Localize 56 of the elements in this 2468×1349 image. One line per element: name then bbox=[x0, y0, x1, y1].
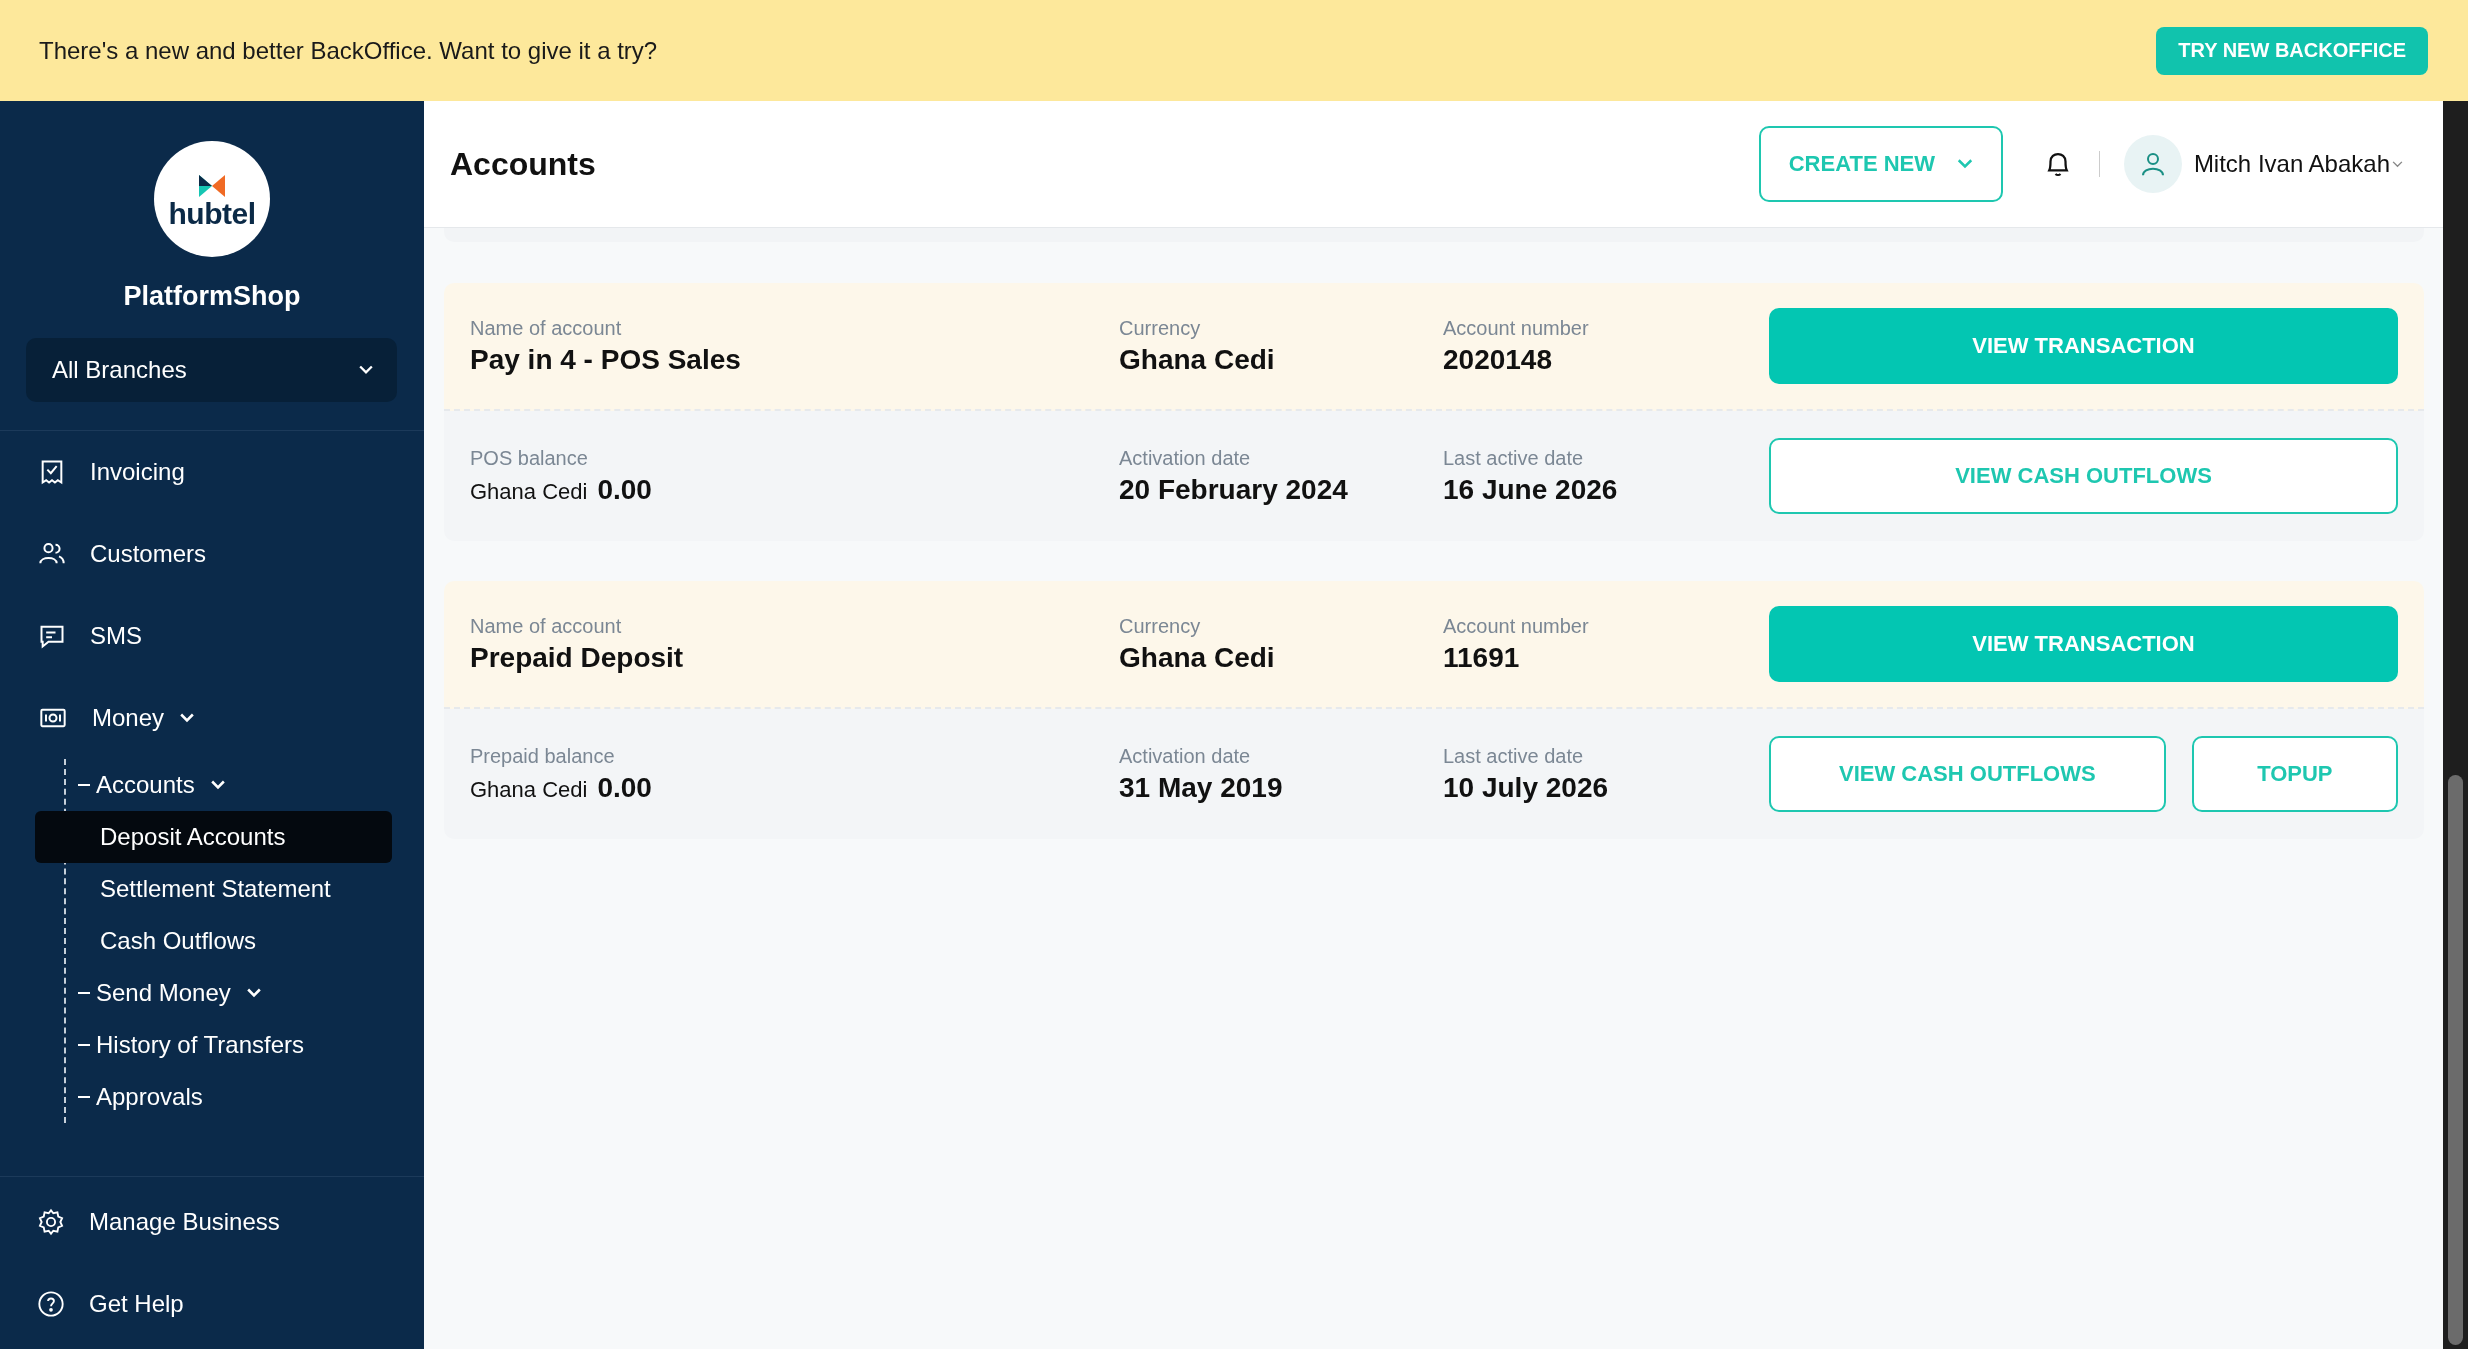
shop-name: PlatformShop bbox=[122, 281, 302, 312]
page-title: Accounts bbox=[450, 145, 597, 183]
branch-dropdown[interactable]: All Branches bbox=[26, 338, 397, 402]
logo-wordmark: hubtel bbox=[168, 199, 256, 229]
field-label: Currency bbox=[1119, 614, 1202, 638]
nav-subitem[interactable]: Accounts bbox=[66, 759, 392, 811]
balance-currency: Ghana Cedi bbox=[470, 776, 588, 803]
nav-subitem[interactable]: Cash Outflows bbox=[35, 915, 392, 967]
nav-item[interactable]: Invoicing bbox=[0, 431, 424, 513]
nav-item[interactable]: Customers bbox=[0, 513, 424, 595]
field-label: Prepaid balance bbox=[470, 744, 616, 768]
activation-date: 31 May 2019 bbox=[1119, 771, 1284, 804]
branch-line bbox=[78, 992, 90, 994]
field-label: Name of account bbox=[470, 316, 623, 340]
nav-subitem[interactable]: Approvals bbox=[66, 1071, 392, 1123]
nav-subitem[interactable]: Deposit Accounts bbox=[35, 811, 392, 863]
banner-message: There's a new and better BackOffice. Want to give it a try? bbox=[39, 36, 658, 65]
nav-subitem[interactable]: Send Money bbox=[66, 967, 392, 1019]
field-label: Activation date bbox=[1119, 446, 1252, 470]
logo-mark-icon bbox=[197, 173, 227, 199]
user-menu[interactable]: Mitch Ivan Abakah bbox=[2181, 150, 2403, 178]
branch-line bbox=[78, 784, 90, 786]
account-name: Prepaid Deposit bbox=[470, 641, 685, 674]
field-label: Last active date bbox=[1443, 446, 1585, 470]
currency-value: Ghana Cedi bbox=[1119, 343, 1276, 376]
field-label: Account number bbox=[1443, 316, 1590, 340]
balance-amount: 0.00 bbox=[597, 771, 652, 804]
account-number: 2020148 bbox=[1443, 343, 1553, 376]
account-name: Pay in 4 - POS Sales bbox=[470, 343, 742, 376]
help-icon bbox=[37, 1290, 65, 1318]
nav-item[interactable]: Get Help bbox=[0, 1263, 424, 1345]
chevron-down-icon bbox=[1957, 159, 1973, 169]
currency-value: Ghana Cedi bbox=[1119, 641, 1276, 674]
balance-currency: Ghana Cedi bbox=[470, 478, 588, 505]
last-active-date: 16 June 2026 bbox=[1443, 473, 1619, 506]
field-label: POS balance bbox=[470, 446, 589, 470]
nav-subitem[interactable]: History of Transfers bbox=[66, 1019, 392, 1071]
scrollbar[interactable] bbox=[2443, 101, 2468, 1349]
nav-item[interactable]: Money bbox=[0, 677, 424, 759]
chevron-down-icon bbox=[359, 365, 373, 375]
balance-amount: 0.00 bbox=[597, 473, 652, 506]
field-label: Last active date bbox=[1443, 744, 1585, 768]
field-label: Name of account bbox=[470, 614, 623, 638]
settings-icon bbox=[37, 1208, 65, 1236]
branch-line bbox=[78, 1096, 90, 1098]
branch-line bbox=[78, 1044, 90, 1046]
field-label: Currency bbox=[1119, 316, 1202, 340]
activation-date: 20 February 2024 bbox=[1119, 473, 1349, 506]
nav-subitem[interactable]: Settlement Statement bbox=[35, 863, 392, 915]
field-label: Account number bbox=[1443, 614, 1590, 638]
last-active-date: 10 July 2026 bbox=[1443, 771, 1610, 804]
account-number: 11691 bbox=[1443, 641, 1521, 674]
field-label: Activation date bbox=[1119, 744, 1252, 768]
nav-item[interactable]: Manage Business bbox=[0, 1181, 424, 1263]
nav-item[interactable]: SMS bbox=[0, 595, 424, 677]
chevron-down-icon bbox=[2392, 160, 2403, 168]
